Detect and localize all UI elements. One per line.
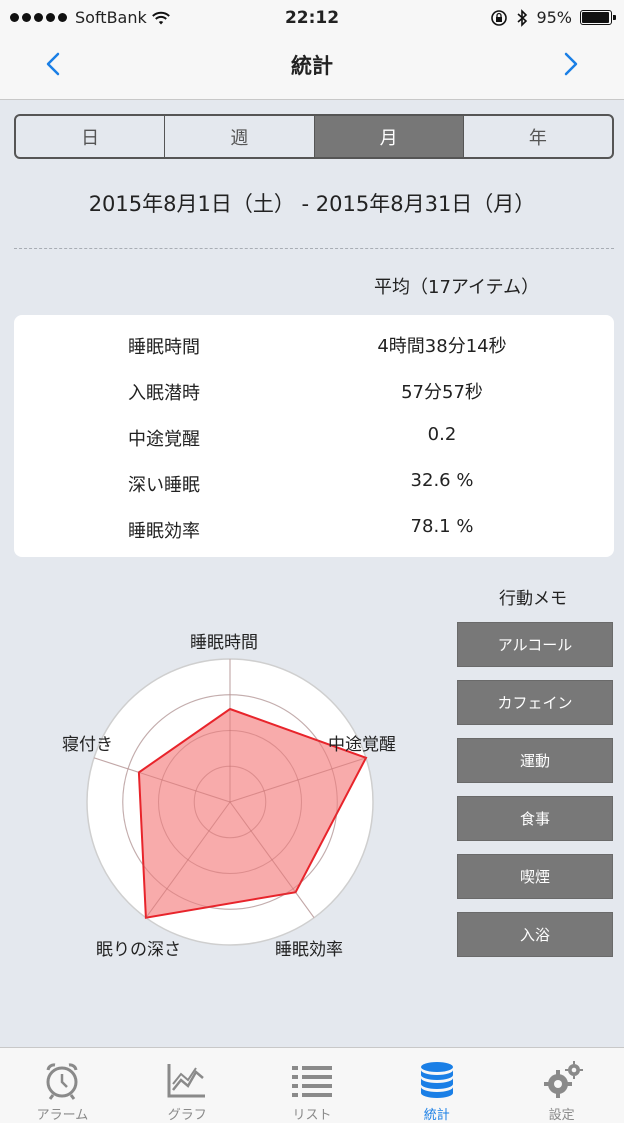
status-bar: SoftBank 22:12 95% (0, 0, 624, 38)
memo-exercise-button[interactable]: 運動 (457, 738, 613, 783)
stat-row-sleep-time: 睡眠時間 4時間38分14秒 (14, 329, 614, 359)
stat-value-wrap: 0.2 (328, 424, 624, 445)
battery-icon (580, 10, 616, 25)
stat-value-wrap: 57分57秒 (328, 378, 624, 404)
tab-settings[interactable]: 設定 (499, 1048, 624, 1123)
stat-label: 中途覚醒 (128, 429, 200, 450)
memo-title: 行動メモ (499, 589, 567, 609)
stat-value: 32.6 % (410, 470, 474, 491)
alarm-clock-icon (46, 1063, 78, 1100)
stat-value: 4時間38分14秒 (377, 336, 507, 357)
stat-row-awakening: 中途覚醒 0.2 (14, 421, 614, 451)
memo-meal-button[interactable]: 食事 (457, 796, 613, 841)
radar-label-onset: 寝付き (62, 735, 113, 755)
average-label: 平均（17アイテム） (374, 277, 540, 298)
tab-label: 設定 (548, 1108, 575, 1123)
tab-label: グラフ (167, 1108, 207, 1123)
bluetooth-icon (517, 8, 528, 27)
radar-label-efficiency: 睡眠効率 (275, 940, 343, 960)
chevron-right-icon (564, 52, 578, 76)
date-range: 2015年8月1日（土） - 2015年8月31日（月） (88, 192, 536, 216)
radar-svg (86, 658, 374, 946)
top-bar: SoftBank 22:12 95% 統計 (0, 0, 624, 100)
next-period-button[interactable] (550, 44, 590, 84)
rotation-lock-icon (491, 9, 508, 26)
tab-bar: アラーム グラフ リスト 統計 設定 (0, 1047, 624, 1123)
stat-row-sleep-efficiency: 睡眠効率 78.1 % (14, 513, 614, 543)
memo-caffeine-button[interactable]: カフェイン (457, 680, 613, 725)
segment-year[interactable]: 年 (464, 116, 612, 157)
radar-label-awakening: 中途覚醒 (328, 735, 396, 755)
segment-month[interactable]: 月 (314, 116, 464, 157)
stat-label: 深い睡眠 (128, 475, 200, 496)
stat-label: 入眠潜時 (128, 383, 200, 404)
memo-smoking-button[interactable]: 喫煙 (457, 854, 613, 899)
radar-chart: 睡眠時間 中途覚醒 睡眠効率 眠りの深さ 寝付き (60, 620, 430, 965)
tab-label: リスト (292, 1108, 332, 1123)
page-title: 統計 (291, 54, 333, 78)
stat-label: 睡眠効率 (128, 521, 200, 542)
status-right: 95% (490, 8, 616, 27)
stat-label: 睡眠時間 (128, 337, 200, 358)
radar-label-depth: 眠りの深さ (96, 940, 181, 960)
stat-value-wrap: 4時間38分14秒 (328, 332, 624, 358)
stat-value: 78.1 % (410, 516, 474, 537)
memo-alcohol-button[interactable]: アルコール (457, 622, 613, 667)
tab-alarm[interactable]: アラーム (0, 1048, 125, 1123)
tab-label: 統計 (423, 1108, 450, 1123)
memo-bath-button[interactable]: 入浴 (457, 912, 613, 957)
period-segmented-control: 日 週 月 年 (14, 114, 614, 159)
stat-row-deep-sleep: 深い睡眠 32.6 % (14, 467, 614, 497)
segment-week[interactable]: 週 (165, 116, 315, 157)
database-icon (420, 1062, 453, 1098)
line-chart-icon (167, 1064, 206, 1098)
tab-label: アラーム (36, 1108, 89, 1123)
battery-fill (582, 12, 609, 23)
battery-percent: 95% (536, 8, 572, 27)
stat-value: 0.2 (427, 424, 457, 445)
stat-row-sleep-latency: 入眠潜時 57分57秒 (14, 375, 614, 405)
tab-graph[interactable]: グラフ (125, 1048, 250, 1123)
stat-value-wrap: 32.6 % (328, 470, 624, 491)
stats-card: 睡眠時間 4時間38分14秒 入眠潜時 57分57秒 中途覚醒 0.2 深い睡眠… (14, 315, 614, 557)
gears-icon (543, 1061, 583, 1098)
radar-label-sleep-time: 睡眠時間 (190, 633, 258, 653)
divider (14, 248, 614, 249)
stat-value-wrap: 78.1 % (328, 516, 624, 537)
list-icon (291, 1066, 332, 1097)
tab-list[interactable]: リスト (250, 1048, 375, 1123)
tab-stats[interactable]: 統計 (374, 1048, 499, 1123)
stat-value: 57分57秒 (401, 382, 483, 403)
segment-day[interactable]: 日 (16, 116, 166, 157)
